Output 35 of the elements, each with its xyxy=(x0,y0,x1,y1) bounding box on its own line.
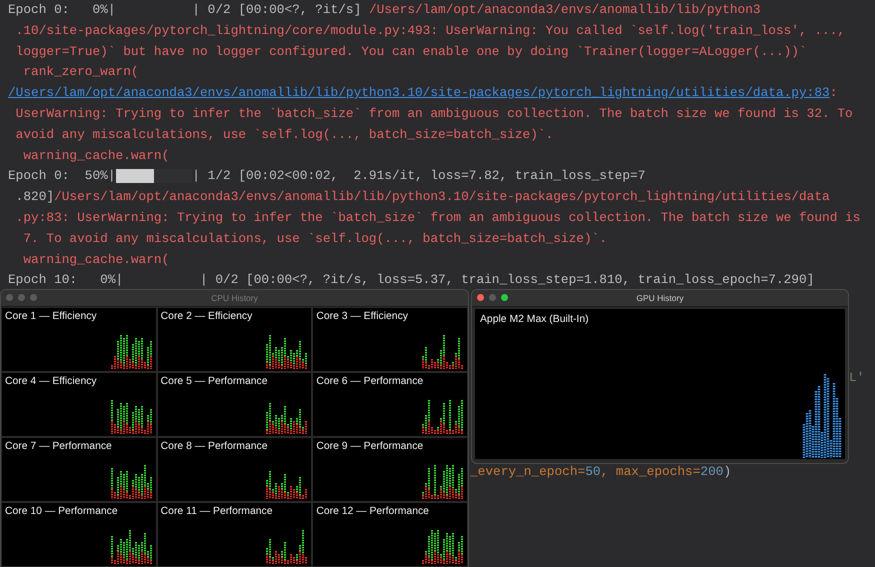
warning-text: /Users/lam/opt/anaconda3/envs/anomallib/lib/python3 xyxy=(368,1,761,19)
core-label: Core 10 — Performance xyxy=(4,505,118,517)
core-label: Core 11 — Performance xyxy=(160,505,272,517)
warning-text: .10/site-packages/pytorch_lightning/core/module.py:493: UserWarning: You called `self.log('train_loss', ..., xyxy=(14,22,846,40)
code-text: L' xyxy=(849,370,864,385)
warning-text: 7. To avoid any miscalculations, use `self.log(..., batch_size=batch_size)`. xyxy=(22,230,607,248)
warning-text: warning_cache.warn( xyxy=(22,250,170,269)
core-label: Core 2 — Efficiency xyxy=(160,310,252,322)
progress-text: Epoch 0: 0%| | 0/2 [00:00<?, ?it/s] xyxy=(8,1,362,19)
progress-text: .820] xyxy=(14,188,54,206)
core-label: Core 12 — Performance xyxy=(315,505,429,517)
core-label: Core 9 — Performance xyxy=(315,440,424,452)
core-label: Core 1 — Efficiency xyxy=(4,310,97,322)
core-label: Core 7 — Performance xyxy=(4,440,112,452)
core-label: Core 3 — Efficiency xyxy=(315,310,408,322)
warning-text: /Users/lam/opt/anaconda3/envs/anomallib/lib/python3.10/site-packages/pytorch_lightning/utilities/data xyxy=(54,188,830,206)
file-link[interactable]: /Users/lam/opt/anaconda3/envs/anomallib/lib/python3.10/site-packages/pytorch_lightning/utilities/data.py:83 xyxy=(8,83,830,104)
warning-text: logger=True)` but have no logger configured. You can enable one by doing `Trainer(logger=ALogger(...))` xyxy=(14,42,807,61)
warning-text: rank_zero_warn( xyxy=(22,63,139,82)
warning-text: UserWarning: Trying to infer the `batch_size` from an ambiguous collection. The batch size we found is 32. To xyxy=(14,104,853,123)
warning-text: : xyxy=(830,84,838,102)
gpu-label: Apple M2 Max (Built-In) xyxy=(479,313,589,325)
warning-text: warning_cache.warn( xyxy=(22,146,170,165)
progress-text: Epoch 0: 50%| xyxy=(8,167,116,186)
window-title: CPU History xyxy=(211,293,258,303)
core-label: Core 4 — Efficiency xyxy=(4,375,97,387)
progress-text: | 1/2 [00:02<00:02, 2.91s/it, loss=7.82, train_loss_step=7 xyxy=(192,167,646,186)
progress-text: Epoch 10: 0%| | 0/2 [00:00<?, ?it/s, loss=5.37, train_loss_step=1.810, train_loss_epoch=7.290] xyxy=(8,271,814,290)
core-label: Core 6 — Performance xyxy=(315,375,424,387)
warning-text: .py:83: UserWarning: Trying to infer the `batch_size` from an ambiguous collection. The batch size we found is xyxy=(14,208,860,227)
code-line: _every_n_epoch=50, max_epochs=200) xyxy=(470,464,732,479)
core-label: Core 8 — Performance xyxy=(160,440,268,452)
core-label: Core 5 — Performance xyxy=(160,375,268,387)
warning-text: avoid any miscalculations, use `self.log(..., batch_size=batch_size)`. xyxy=(14,126,554,144)
window-title: GPU History xyxy=(636,293,684,303)
